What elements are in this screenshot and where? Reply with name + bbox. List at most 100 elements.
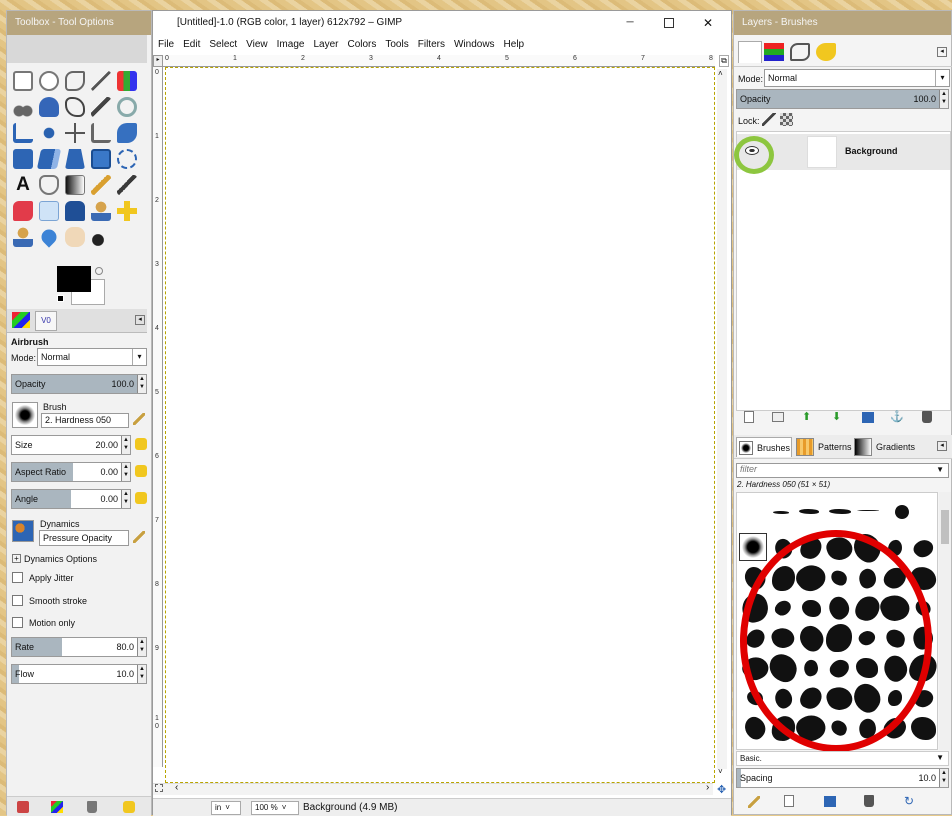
- reset-aspect-icon[interactable]: [135, 465, 147, 477]
- menu-item[interactable]: Select: [209, 39, 237, 50]
- menu-item[interactable]: File: [158, 39, 174, 50]
- horizontal-scrollbar[interactable]: [153, 783, 713, 795]
- layers-mode-select[interactable]: Normal ▾: [764, 69, 950, 87]
- lock-alpha-icon[interactable]: [780, 113, 793, 126]
- refresh-brushes-icon[interactable]: ↻: [904, 794, 914, 808]
- raise-layer-icon[interactable]: ⬆: [802, 410, 811, 423]
- free-select-icon[interactable]: [65, 71, 85, 91]
- brush-field[interactable]: 2. Hardness 050: [41, 413, 129, 428]
- color-select-icon[interactable]: [117, 71, 137, 91]
- rotate-icon[interactable]: [117, 123, 137, 143]
- rect-select-icon[interactable]: [13, 71, 33, 91]
- dynamics-options-expander[interactable]: Dynamics Options: [24, 554, 97, 564]
- brush-thumbnail[interactable]: [895, 505, 909, 519]
- color-picker-icon[interactable]: [91, 97, 111, 117]
- reset-options-icon[interactable]: [123, 801, 135, 813]
- selected-brush-thumbnail[interactable]: [739, 533, 767, 561]
- reset-angle-icon[interactable]: [135, 492, 147, 504]
- apply-jitter-checkbox[interactable]: [12, 572, 23, 583]
- zoom-select[interactable]: 100 % ˅: [251, 801, 299, 815]
- restore-options-icon[interactable]: [51, 801, 63, 813]
- brushes-tab[interactable]: Brushes: [736, 437, 792, 457]
- paintbrush-icon[interactable]: [117, 175, 137, 195]
- patterns-tab[interactable]: Patterns: [794, 437, 852, 457]
- brush-thumbnail[interactable]: [910, 716, 936, 740]
- default-colors-icon[interactable]: [57, 295, 64, 302]
- scrollbar-thumb[interactable]: [941, 510, 949, 544]
- scroll-down-icon[interactable]: ˅: [718, 767, 723, 776]
- maximize-icon[interactable]: [664, 18, 674, 28]
- zoom-icon[interactable]: [117, 97, 137, 117]
- quick-mask-icon[interactable]: [155, 784, 163, 792]
- expand-icon[interactable]: +: [12, 554, 21, 563]
- brush-thumbnail[interactable]: [799, 509, 819, 514]
- spacing-spinner[interactable]: Spacing 10.0 ▲ ▼: [736, 768, 949, 788]
- layers-tab-icon[interactable]: [738, 41, 762, 63]
- scroll-up-icon[interactable]: ˄: [718, 69, 723, 78]
- duplicate-brush-icon[interactable]: [824, 796, 836, 807]
- spin-arrows-icon[interactable]: ▲ ▼: [137, 638, 146, 656]
- brush-thumbnail[interactable]: [857, 510, 879, 511]
- new-brush-icon[interactable]: [784, 795, 794, 807]
- tab-menu-icon[interactable]: ◂: [937, 47, 947, 57]
- mode-select[interactable]: Normal ▾: [37, 348, 147, 366]
- perspective-icon[interactable]: [65, 149, 85, 169]
- ellipse-select-icon[interactable]: [39, 71, 59, 91]
- lower-layer-icon[interactable]: ⬇: [832, 410, 841, 423]
- reset-size-icon[interactable]: [135, 438, 147, 450]
- undo-history-tab-icon[interactable]: [816, 43, 836, 61]
- fuzzy-select-icon[interactable]: [91, 71, 111, 91]
- rate-spinner[interactable]: Rate 80.0 ▲ ▼: [11, 637, 147, 657]
- edit-dynamics-icon[interactable]: [133, 531, 145, 543]
- edit-brush-icon[interactable]: [133, 413, 145, 425]
- lock-pixels-icon[interactable]: [762, 113, 776, 126]
- size-spinner[interactable]: Size 20.00 ▲ ▼: [11, 435, 131, 455]
- menu-item[interactable]: Layer: [313, 39, 338, 50]
- menu-item[interactable]: Filters: [418, 39, 445, 50]
- duplicate-layer-icon[interactable]: [862, 412, 874, 423]
- flip-icon[interactable]: [91, 149, 111, 169]
- paths-tab-icon[interactable]: [790, 43, 810, 61]
- new-layer-group-icon[interactable]: [772, 412, 784, 422]
- delete-brush-icon[interactable]: [864, 795, 874, 807]
- smooth-stroke-checkbox[interactable]: [12, 595, 23, 606]
- dynamics-field[interactable]: Pressure Opacity: [39, 530, 129, 546]
- clone-icon[interactable]: [91, 201, 111, 221]
- scroll-left-icon[interactable]: ‹: [175, 782, 178, 793]
- layers-opacity-spinner[interactable]: Opacity 100.0 ▲ ▼: [736, 89, 949, 109]
- spin-arrows-icon[interactable]: ▲ ▼: [939, 769, 948, 787]
- scroll-right-icon[interactable]: ›: [706, 782, 709, 793]
- swap-colors-icon[interactable]: [95, 267, 103, 275]
- ruler-corner[interactable]: ▸: [153, 55, 163, 67]
- flow-spinner[interactable]: Flow 10.0 ▲ ▼: [11, 664, 147, 684]
- gradient-tool-icon[interactable]: [65, 175, 85, 195]
- smudge-icon[interactable]: [65, 227, 85, 247]
- align-icon[interactable]: [65, 123, 85, 143]
- eraser-icon[interactable]: [13, 201, 33, 221]
- tool-options-tab[interactable]: V0: [35, 311, 57, 331]
- spin-arrows-icon[interactable]: ▲ ▼: [121, 463, 130, 481]
- edit-brush-icon[interactable]: [748, 796, 760, 808]
- move-icon[interactable]: [39, 123, 59, 143]
- channels-tab-icon[interactable]: [764, 43, 784, 61]
- menu-item[interactable]: Edit: [183, 39, 200, 50]
- unit-select[interactable]: in ˅: [211, 801, 241, 815]
- delete-options-icon[interactable]: [87, 801, 97, 813]
- tab-menu-icon[interactable]: ◂: [937, 441, 947, 451]
- brush-grid-scrollbar[interactable]: [939, 492, 951, 750]
- blur-icon[interactable]: [38, 226, 60, 248]
- close-icon[interactable]: ✕: [703, 11, 713, 35]
- foreground-select-icon[interactable]: [39, 97, 59, 117]
- aspect-ratio-spinner[interactable]: Aspect Ratio 0.00 ▲ ▼: [11, 462, 131, 482]
- brush-thumbnail[interactable]: [773, 511, 789, 514]
- vertical-scrollbar[interactable]: [717, 69, 727, 769]
- cage-transform-icon[interactable]: [117, 149, 137, 169]
- opacity-spinner[interactable]: Opacity 100.0 ▲ ▼: [11, 374, 147, 394]
- brush-thumbnail[interactable]: [910, 535, 936, 561]
- crop-icon[interactable]: [91, 123, 111, 143]
- dynamics-icon[interactable]: [12, 520, 34, 542]
- brush-thumbnail[interactable]: [740, 713, 770, 743]
- text-tool-icon[interactable]: A: [13, 175, 33, 195]
- menu-item[interactable]: View: [246, 39, 268, 50]
- spin-arrows-icon[interactable]: ▲ ▼: [939, 90, 948, 108]
